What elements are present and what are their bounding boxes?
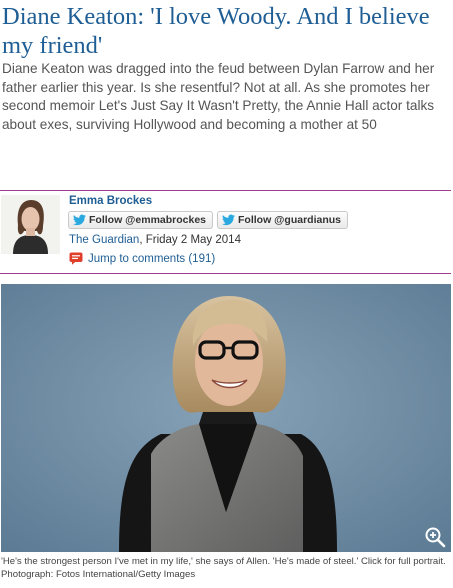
byline-meta: The Guardian, Friday 2 May 2014: [69, 234, 241, 246]
twitter-bird-icon: [222, 214, 235, 226]
jump-to-comments-link[interactable]: Jump to comments (191): [69, 252, 215, 265]
zoom-in-icon[interactable]: [424, 526, 446, 548]
follow-publication-label: Follow @guardianus: [238, 214, 341, 226]
follow-author-button[interactable]: Follow @emmabrockes: [68, 211, 214, 229]
main-photo[interactable]: [1, 284, 451, 552]
publication-link[interactable]: The Guardian: [69, 234, 139, 246]
byline-top-rule: [0, 190, 451, 191]
publish-date: , Friday 2 May 2014: [139, 234, 241, 246]
standfirst: Diane Keaton was dragged into the feud b…: [2, 61, 435, 132]
byline-bottom-rule: [0, 273, 451, 274]
headline: Diane Keaton: 'I love Woody. And I belie…: [2, 3, 430, 59]
follow-publication-button[interactable]: Follow @guardianus: [217, 211, 348, 229]
twitter-bird-icon: [73, 214, 86, 226]
photo-caption: 'He's the strongest person I've met in m…: [1, 556, 446, 580]
comment-bubble-icon: [69, 252, 83, 265]
author-photo[interactable]: [1, 195, 60, 254]
jump-to-comments-label: Jump to comments (191): [88, 252, 216, 265]
author-name[interactable]: Emma Brockes: [69, 195, 152, 207]
follow-author-label: Follow @emmabrockes: [89, 214, 207, 226]
